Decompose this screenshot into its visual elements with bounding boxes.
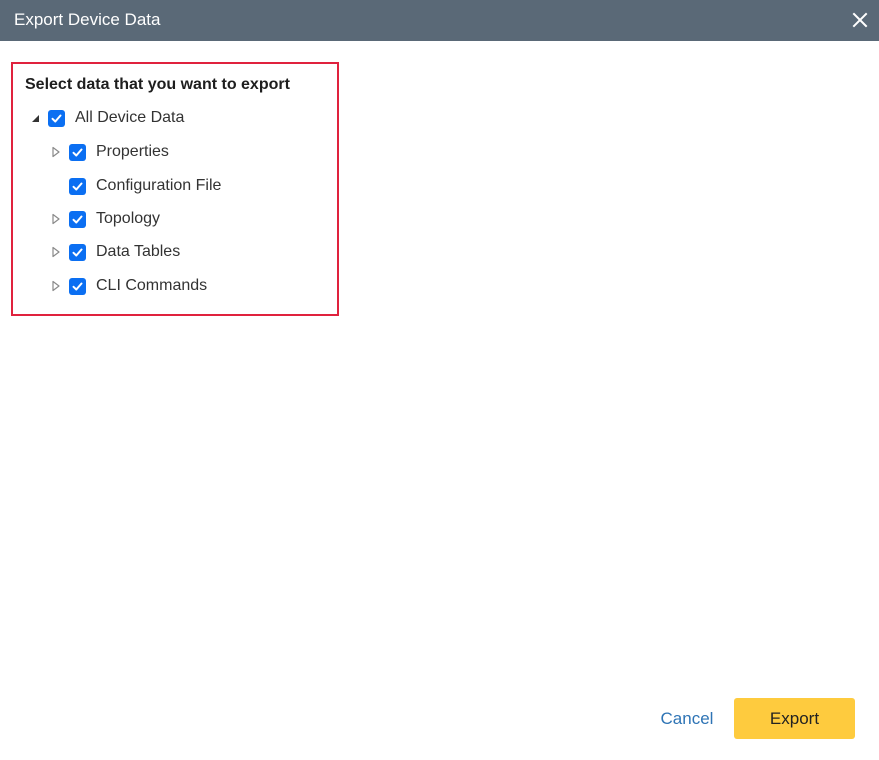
checkmark-icon (72, 282, 83, 290)
dialog-titlebar: Export Device Data (0, 0, 879, 41)
tree-item-all-device-data: All Device Data (28, 107, 184, 129)
expanded-triangle-icon[interactable] (28, 111, 42, 125)
checkmark-icon (72, 182, 83, 190)
checkbox-properties[interactable] (69, 143, 86, 161)
checkmark-icon (51, 114, 62, 122)
tree-item-configuration-file: Configuration File (49, 175, 221, 197)
cancel-button[interactable]: Cancel (652, 700, 722, 738)
close-icon[interactable] (851, 11, 869, 29)
tree-item-topology: Topology (49, 208, 160, 230)
collapsed-triangle-icon[interactable] (49, 245, 63, 259)
export-device-data-dialog: Export Device Data Select data that you … (0, 0, 879, 760)
selection-heading: Select data that you want to export (25, 76, 290, 93)
collapsed-triangle-icon[interactable] (49, 279, 63, 293)
export-selection-panel: Select data that you want to export All … (11, 62, 339, 316)
collapsed-triangle-icon[interactable] (49, 145, 63, 159)
export-button[interactable]: Export (734, 698, 855, 739)
checkmark-icon (72, 148, 83, 156)
checkbox-data-tables[interactable] (69, 243, 86, 261)
tree-item-label: Topology (96, 210, 161, 227)
checkmark-icon (72, 215, 83, 223)
tree-item-label: All Device Data (75, 109, 185, 126)
dialog-title: Export Device Data (14, 10, 161, 29)
tree-item-label: Data Tables (96, 243, 181, 260)
tree-item-label: CLI Commands (96, 277, 208, 294)
checkmark-icon (72, 248, 83, 256)
tree-item-cli-commands: CLI Commands (49, 275, 207, 297)
checkbox-configuration-file[interactable] (69, 177, 86, 195)
tree-item-label: Properties (96, 143, 169, 160)
collapsed-triangle-icon[interactable] (49, 212, 63, 226)
tree-item-properties: Properties (49, 141, 169, 163)
checkbox-topology[interactable] (69, 210, 86, 228)
tree-item-label: Configuration File (96, 177, 222, 194)
checkbox-all-device-data[interactable] (48, 109, 65, 127)
checkbox-cli-commands[interactable] (69, 277, 86, 295)
tree-item-data-tables: Data Tables (49, 241, 180, 263)
